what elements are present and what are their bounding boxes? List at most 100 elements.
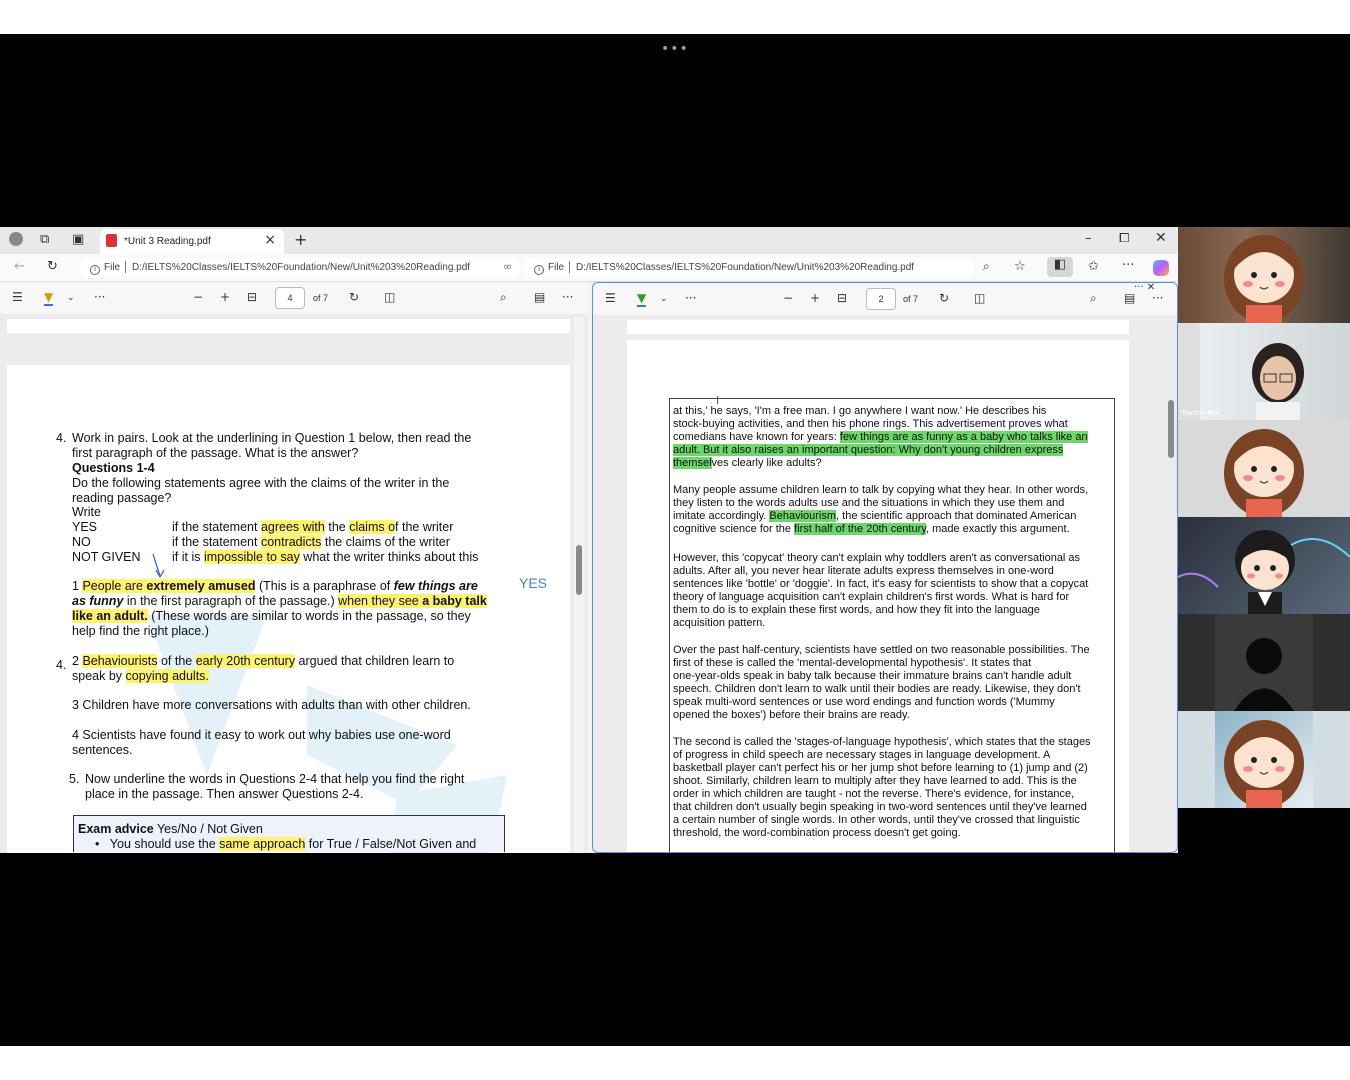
more-tools-icon-right[interactable]: ··· [685, 291, 696, 305]
split-link-icon[interactable]: ∞ [503, 260, 512, 273]
fit-page-icon-right[interactable]: ⊟ [837, 291, 847, 305]
right-scrollbar[interactable] [1166, 318, 1176, 852]
passage-p5-l2: of progress in child speech are necessar… [673, 749, 1051, 761]
close-window-icon[interactable]: ✕ [1155, 230, 1167, 246]
minimize-icon[interactable]: – [1085, 231, 1092, 246]
search-icon[interactable]: ⌕ [500, 290, 507, 305]
answer-yes: YES [519, 575, 548, 591]
instruction-line2: reading passage? [72, 491, 172, 505]
copilot-icon[interactable] [1153, 260, 1169, 276]
chevron-down-icon[interactable]: ⌄ [67, 293, 75, 303]
close-tab-icon[interactable]: × [264, 232, 276, 248]
new-tab-icon[interactable]: + [294, 230, 307, 249]
passage-p5-l5: order in which children are taught - not… [673, 788, 1075, 800]
passage-p2-l2: they listen to the words adults use and … [673, 497, 1065, 509]
no-key: NO [72, 535, 91, 549]
q4-num: 4. [56, 431, 67, 445]
passage-p3-l4: theory of language acquisition can't exp… [673, 591, 1070, 603]
pane-more-icon[interactable]: ··· [1134, 282, 1144, 293]
left-scrollbar[interactable] [574, 317, 584, 853]
passage-p3-l2: adults. After all, you never hear litera… [673, 565, 1054, 577]
participant-tile-4[interactable] [1178, 517, 1350, 614]
passage-p3-l3: sentences like 'bottle' or 'doggie'. In … [673, 578, 1089, 590]
tab-actions-icon[interactable]: ▣ [72, 232, 84, 247]
participant-tile-5[interactable] [1178, 614, 1350, 711]
page-view-icon-right[interactable]: ◫ [974, 291, 985, 305]
teacher-name-label: Teacher Mia [1181, 410, 1220, 417]
highlight-icon-right[interactable]: ▼ [637, 291, 647, 307]
passage-p2-l1: Many people assume children learn to tal… [673, 484, 1089, 496]
participant-tile-1[interactable] [1178, 227, 1350, 323]
restore-icon[interactable]: ⧠ [1119, 231, 1129, 246]
participant-tile-teacher[interactable]: Teacher Mia [1178, 323, 1350, 420]
participant-tile-6[interactable] [1178, 711, 1350, 808]
passage-p4-l3: one-year-olds speak in baby talk because… [673, 670, 1072, 682]
tab-bar: ⧉ ▣ *Unit 3 Reading.pdf × + – ⧠ ✕ [0, 227, 1178, 254]
zoom-out-icon[interactable]: − [193, 290, 203, 304]
more-icon[interactable]: ··· [1122, 258, 1134, 273]
save-icon[interactable]: ▤ [534, 290, 545, 304]
url-text-right: D:/IELTS%20Classes/IELTS%20Foundation/Ne… [575, 262, 915, 273]
page-view-icon[interactable]: ◫ [384, 290, 395, 304]
right-pdf-toolbar: ☰ ▼ ⌄ ··· − + ⊟ 2 of 7 ↻ ◫ ⌕ ▤ ··· [593, 283, 1177, 315]
yes-definition: if the statement agrees with the claims … [172, 520, 454, 534]
url-field-right[interactable]: i File │ D:/IELTS%20Classes/IELTS%20Found… [524, 258, 974, 278]
passage-p5-l6: that children don't usually begin speaki… [673, 801, 1087, 813]
url-field-left[interactable]: i File │ D:/IELTS%20Classes/IELTS%20Found… [80, 258, 520, 278]
default-avatar-icon [1234, 638, 1294, 711]
rotate-icon-right[interactable]: ↻ [939, 291, 949, 305]
meeting-menu-dots[interactable]: ••• [661, 41, 689, 57]
avatar-girl-1 [1224, 235, 1304, 323]
address-bar: ← ↻ i File │ D:/IELTS%20Classes/IELTS%20F… [0, 254, 1178, 282]
passage-p5-l3: basketball player can't perfect his or h… [673, 762, 1088, 774]
info-icon-right: i [534, 265, 544, 275]
instruction-line1: Do the following statements agree with t… [72, 476, 450, 490]
contents-icon[interactable]: ☰ [12, 290, 23, 304]
exam-advice-title: Exam advice Yes/No / Not Given [78, 822, 263, 836]
page-number-input[interactable]: 4 [275, 287, 305, 309]
rotate-icon[interactable]: ↻ [349, 290, 359, 304]
favorites-icon[interactable]: ✩ [1088, 259, 1099, 274]
tab-unit3-reading[interactable]: *Unit 3 Reading.pdf × [100, 229, 284, 254]
fit-page-icon[interactable]: ⊟ [247, 290, 257, 304]
write-label: Write [72, 505, 101, 519]
passage-p4-l4: speech. Children don't learn to walk unt… [673, 683, 1081, 695]
zoom-in-icon[interactable]: + [220, 290, 230, 304]
highlight-icon[interactable]: ▼ [44, 290, 54, 306]
profile-icon[interactable] [9, 232, 23, 246]
refresh-icon[interactable]: ↻ [47, 259, 58, 274]
search-icon-right[interactable]: ⌕ [1090, 291, 1097, 306]
passage-p5-l1: The second is called the 'stages-of-lang… [673, 736, 1091, 748]
passage-p5-l8: threshold, the word-combination process … [673, 827, 961, 839]
participant-tile-3[interactable] [1178, 420, 1350, 517]
zoom-icon[interactable]: ⌕ [983, 259, 990, 274]
left-scroll-thumb[interactable] [576, 545, 582, 595]
q1-line3: like an adult. (These words are similar … [72, 609, 471, 623]
zoom-in-icon-right[interactable]: + [810, 291, 820, 305]
tab-title: *Unit 3 Reading.pdf [124, 236, 211, 247]
split-screen-icon[interactable]: ◧ [1047, 257, 1073, 277]
workspaces-icon[interactable]: ⧉ [40, 232, 49, 247]
right-scroll-thumb[interactable] [1168, 400, 1174, 458]
q5-number: 5. [69, 772, 80, 786]
zoom-out-icon-right[interactable]: − [783, 291, 793, 305]
chevron-down-icon-right[interactable]: ⌄ [660, 294, 668, 304]
passage-p3-l5: them to do is to explain these first wor… [673, 604, 1040, 616]
back-icon[interactable]: ← [14, 259, 25, 274]
q5-line1: Now underline the words in Questions 2-4… [85, 772, 465, 786]
text-cursor-icon: I [716, 394, 720, 407]
more-tools-icon[interactable]: ··· [94, 290, 105, 304]
more-options-icon[interactable]: ··· [562, 290, 573, 304]
yes-key: YES [72, 520, 98, 534]
previous-page-bottom-right [627, 320, 1129, 334]
q4-number: 4. [56, 658, 67, 672]
favorite-star-icon[interactable]: ☆ [1014, 259, 1026, 274]
left-pdf-pane: ☰ ▼ ⌄ ··· − + ⊟ 4 of 7 ↻ ◫ ⌕ ▤ ··· 4. [0, 282, 588, 853]
pane-controls: ··· ✕ [1134, 282, 1176, 296]
contents-icon-right[interactable]: ☰ [605, 291, 616, 305]
annotation-arrow [152, 553, 165, 579]
pane-close-icon[interactable]: ✕ [1147, 282, 1155, 293]
page-number-input-right[interactable]: 2 [866, 288, 896, 310]
passage-p2-l3: imitate accordingly. Behaviourism, the s… [673, 510, 1077, 522]
q2-line2: speak by copying adults. [72, 669, 209, 683]
